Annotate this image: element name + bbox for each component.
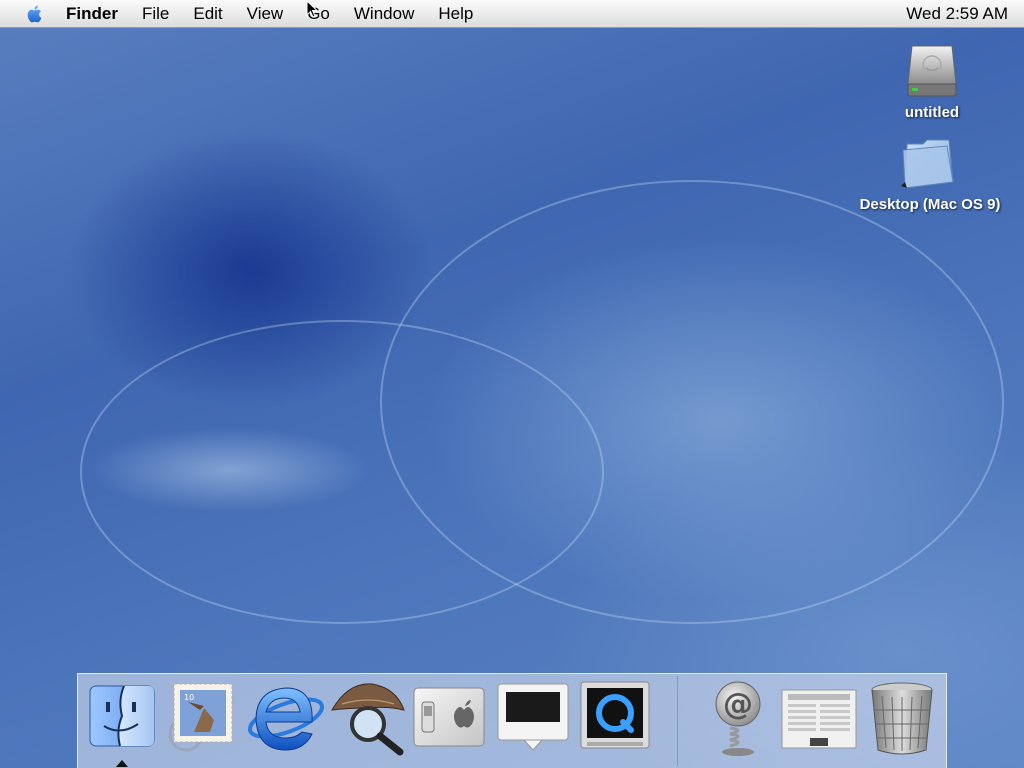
menu-view[interactable]: View bbox=[247, 0, 284, 28]
wallpaper-swoosh bbox=[380, 180, 1004, 624]
trash-icon bbox=[871, 682, 933, 755]
menu-edit[interactable]: Edit bbox=[193, 0, 222, 28]
internet-explorer-icon bbox=[247, 687, 325, 751]
finder-running-indicator-icon bbox=[116, 760, 128, 767]
mouse-cursor-icon bbox=[306, 0, 319, 18]
dock-item-finder[interactable] bbox=[86, 680, 162, 758]
menu-clock[interactable]: Wed 2:59 AM bbox=[906, 0, 1008, 28]
hard-drive-icon bbox=[907, 45, 957, 97]
dock-item-mac-osx-email[interactable]: @ bbox=[700, 680, 776, 758]
system-preferences-icon bbox=[413, 687, 485, 747]
dock-display-icon bbox=[497, 683, 569, 751]
menu-app-finder[interactable]: Finder bbox=[66, 0, 118, 28]
menu-bar: Finder File Edit View Go Window Help Wed… bbox=[0, 0, 1024, 28]
quicktime-icon bbox=[580, 681, 650, 749]
desktop-background bbox=[0, 0, 1024, 768]
dock-separator bbox=[677, 676, 678, 766]
menu-window[interactable]: Window bbox=[354, 0, 414, 28]
folder-icon bbox=[901, 139, 954, 189]
menu-file[interactable]: File bbox=[142, 0, 169, 28]
menu-help[interactable]: Help bbox=[438, 0, 473, 28]
desktop-icon-label: Desktop (Mac OS 9) bbox=[859, 196, 1001, 213]
mail-icon: 10 bbox=[168, 683, 233, 752]
dock-item-internet-explorer[interactable] bbox=[246, 680, 325, 758]
dock-item-system-preferences[interactable] bbox=[410, 680, 486, 758]
news-document-icon bbox=[781, 689, 857, 749]
svg-text:10: 10 bbox=[184, 693, 194, 702]
dock-item-sherlock[interactable] bbox=[328, 680, 405, 758]
apple-menu-icon[interactable] bbox=[24, 3, 46, 25]
dock-item-display[interactable] bbox=[494, 680, 570, 758]
finder-icon bbox=[89, 685, 155, 747]
dock-item-news-document[interactable] bbox=[780, 680, 857, 758]
sherlock-icon bbox=[331, 683, 405, 756]
svg-text:@: @ bbox=[723, 687, 753, 722]
dock-item-mail[interactable]: 10 bbox=[164, 680, 240, 758]
dock-item-trash[interactable] bbox=[866, 680, 942, 758]
dock-item-quicktime[interactable] bbox=[577, 680, 653, 758]
desktop-icon-untitled[interactable]: untitled bbox=[886, 40, 978, 121]
desktop-icon-label: untitled bbox=[904, 104, 960, 121]
mac-osx-email-icon: @ bbox=[715, 681, 761, 756]
desktop-icon-desktop-mac-os-9[interactable]: Desktop (Mac OS 9) bbox=[846, 134, 1014, 213]
